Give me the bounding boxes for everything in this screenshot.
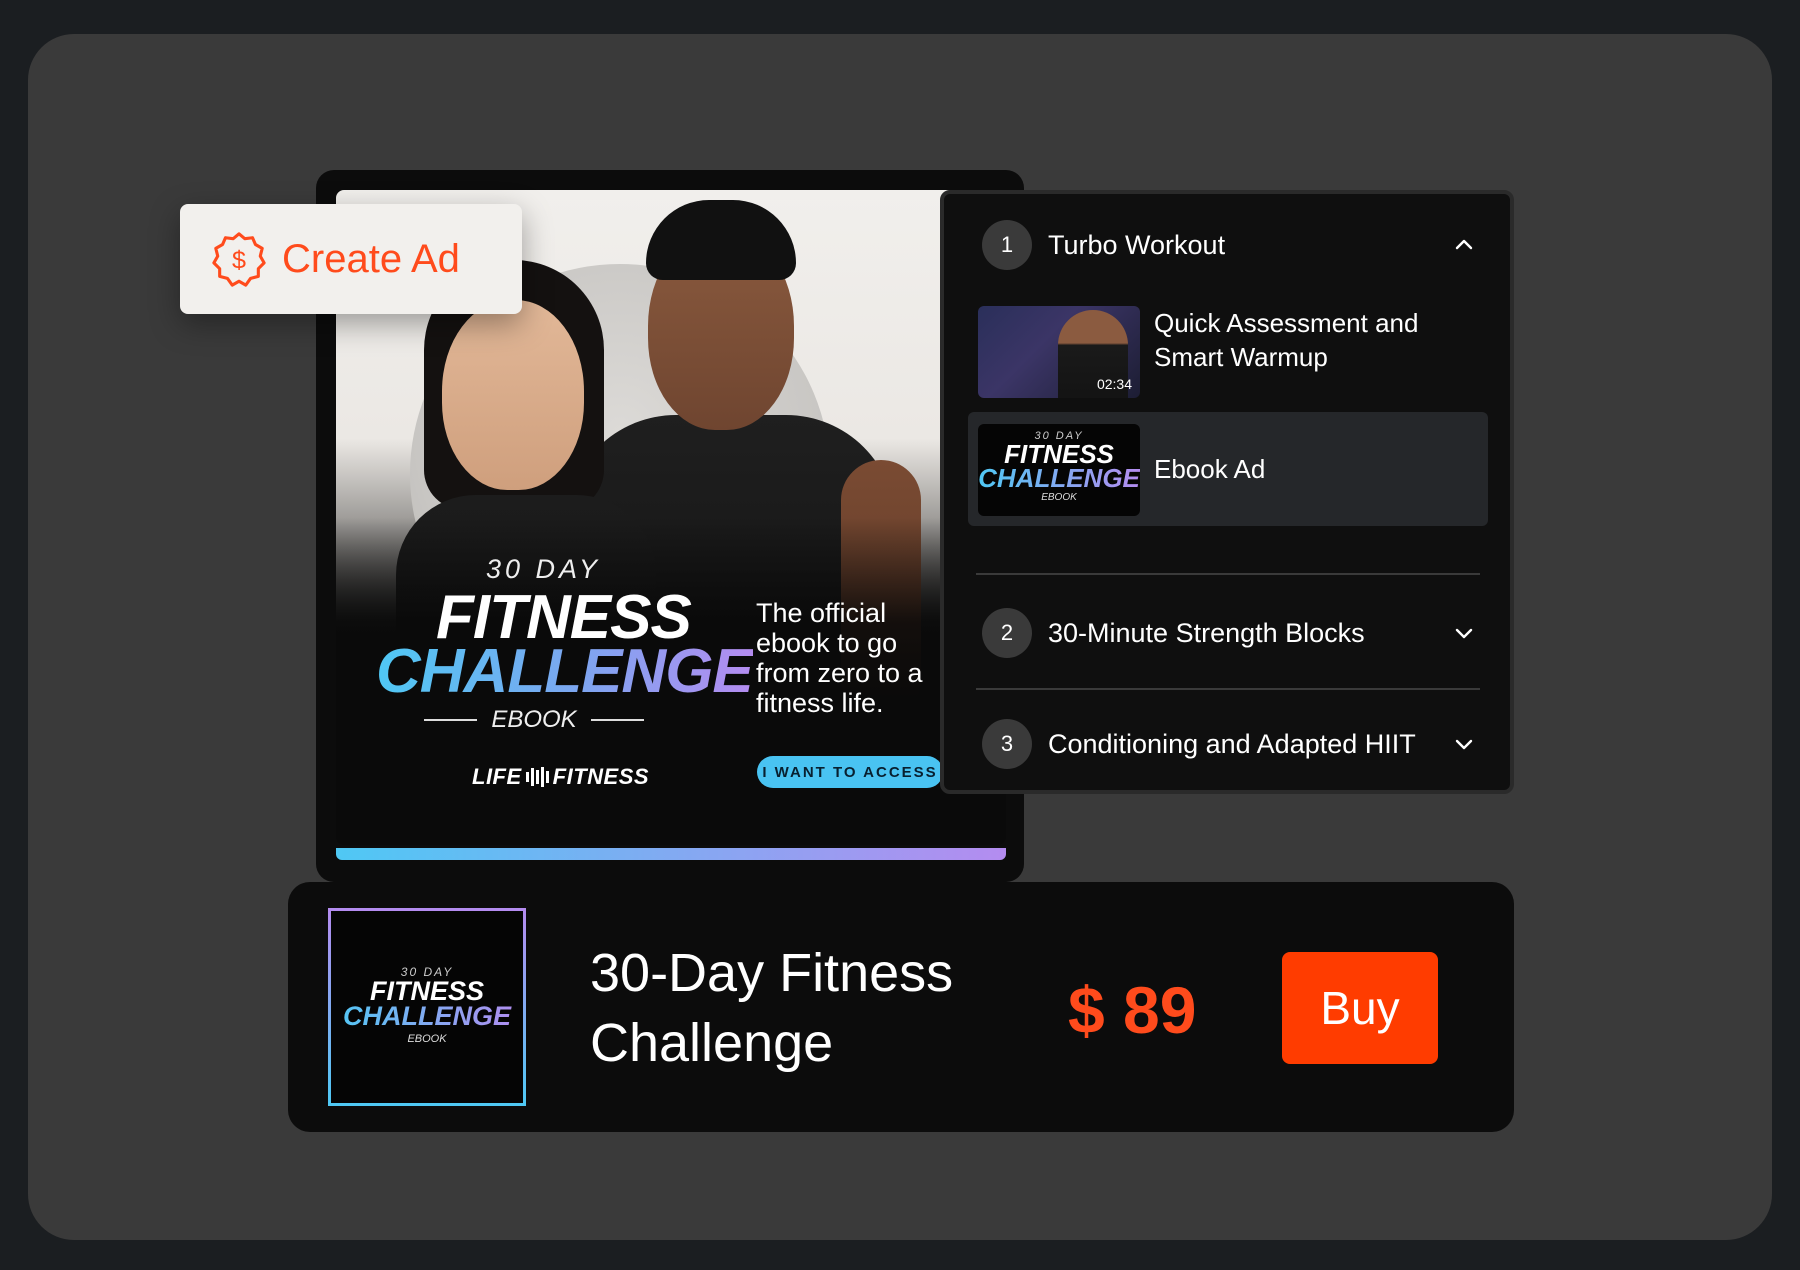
chevron-down-icon[interactable] bbox=[1452, 732, 1476, 756]
cover-line3: EBOOK bbox=[407, 1033, 447, 1045]
product-price: $ 89 bbox=[1068, 973, 1197, 1047]
brand-right: FITNESS bbox=[552, 764, 650, 789]
module-number: 2 bbox=[982, 608, 1032, 658]
create-ad-label: Create Ad bbox=[282, 236, 460, 281]
divider bbox=[976, 573, 1480, 575]
course-outline-panel: 1 Turbo Workout 02:34 Quick Assessment a… bbox=[940, 190, 1514, 794]
ad-day-label: 30 DAY bbox=[486, 554, 602, 584]
dollar-badge-icon: $ bbox=[212, 232, 266, 287]
ad-progress-bar bbox=[336, 848, 1006, 860]
module-title: Conditioning and Adapted HIIT bbox=[1048, 728, 1416, 759]
module-number: 1 bbox=[982, 220, 1032, 270]
svg-text:$: $ bbox=[232, 247, 246, 275]
product-checkout-bar: 30 DAY FITNESS CHALLENGE EBOOK 30-Day Fi… bbox=[288, 882, 1514, 1132]
ad-title-line2: CHALLENGE bbox=[376, 637, 754, 706]
lesson-item[interactable]: 02:34 Quick Assessment and Smart Warmup bbox=[968, 294, 1488, 408]
access-button[interactable]: I WANT TO ACCESS bbox=[757, 756, 943, 788]
product-cover: 30 DAY FITNESS CHALLENGE EBOOK bbox=[328, 908, 526, 1106]
module-title: Turbo Workout bbox=[1048, 229, 1226, 260]
ad-ebook-label: EBOOK bbox=[424, 706, 645, 734]
thumb-line2: CHALLENGE bbox=[978, 463, 1140, 493]
cover-line2: CHALLENGE bbox=[331, 1003, 523, 1030]
chevron-down-icon[interactable] bbox=[1452, 621, 1476, 645]
buy-button[interactable]: Buy bbox=[1282, 952, 1438, 1064]
lesson-ebook-thumbnail: 30 DAY FITNESS CHALLENGE EBOOK bbox=[978, 424, 1140, 516]
create-ad-button[interactable]: $ Create Ad bbox=[180, 204, 522, 314]
brand-logo: LIFE FITNESS bbox=[472, 764, 649, 790]
ad-ebook-text: EBOOK bbox=[491, 706, 577, 733]
lesson-video-thumbnail: 02:34 bbox=[978, 306, 1140, 398]
chevron-up-icon[interactable] bbox=[1452, 233, 1476, 257]
lesson-item-active[interactable]: 30 DAY FITNESS CHALLENGE EBOOK Ebook Ad bbox=[968, 412, 1488, 526]
ad-tagline: The official ebook to go from zero to a … bbox=[756, 598, 923, 718]
divider bbox=[976, 688, 1480, 690]
module-3-header[interactable]: 3 Conditioning and Adapted HIIT bbox=[944, 719, 1510, 769]
thumb-line3: EBOOK bbox=[1041, 492, 1077, 503]
module-1-header[interactable]: 1 Turbo Workout bbox=[944, 220, 1510, 270]
video-duration: 02:34 bbox=[1096, 376, 1132, 392]
canvas-background: 30 DAY FITNESS CHALLENGE EBOOK The offic… bbox=[28, 34, 1772, 1240]
lesson-title: Quick Assessment and Smart Warmup bbox=[1154, 308, 1419, 372]
brand-left: LIFE bbox=[472, 764, 522, 789]
module-title: 30-Minute Strength Blocks bbox=[1048, 617, 1365, 648]
module-number: 3 bbox=[982, 719, 1032, 769]
lesson-title: Ebook Ad bbox=[1154, 454, 1266, 484]
product-name: 30-Day Fitness Challenge bbox=[590, 943, 954, 1073]
module-2-header[interactable]: 2 30-Minute Strength Blocks bbox=[944, 608, 1510, 658]
brand-bars-icon bbox=[525, 767, 549, 787]
